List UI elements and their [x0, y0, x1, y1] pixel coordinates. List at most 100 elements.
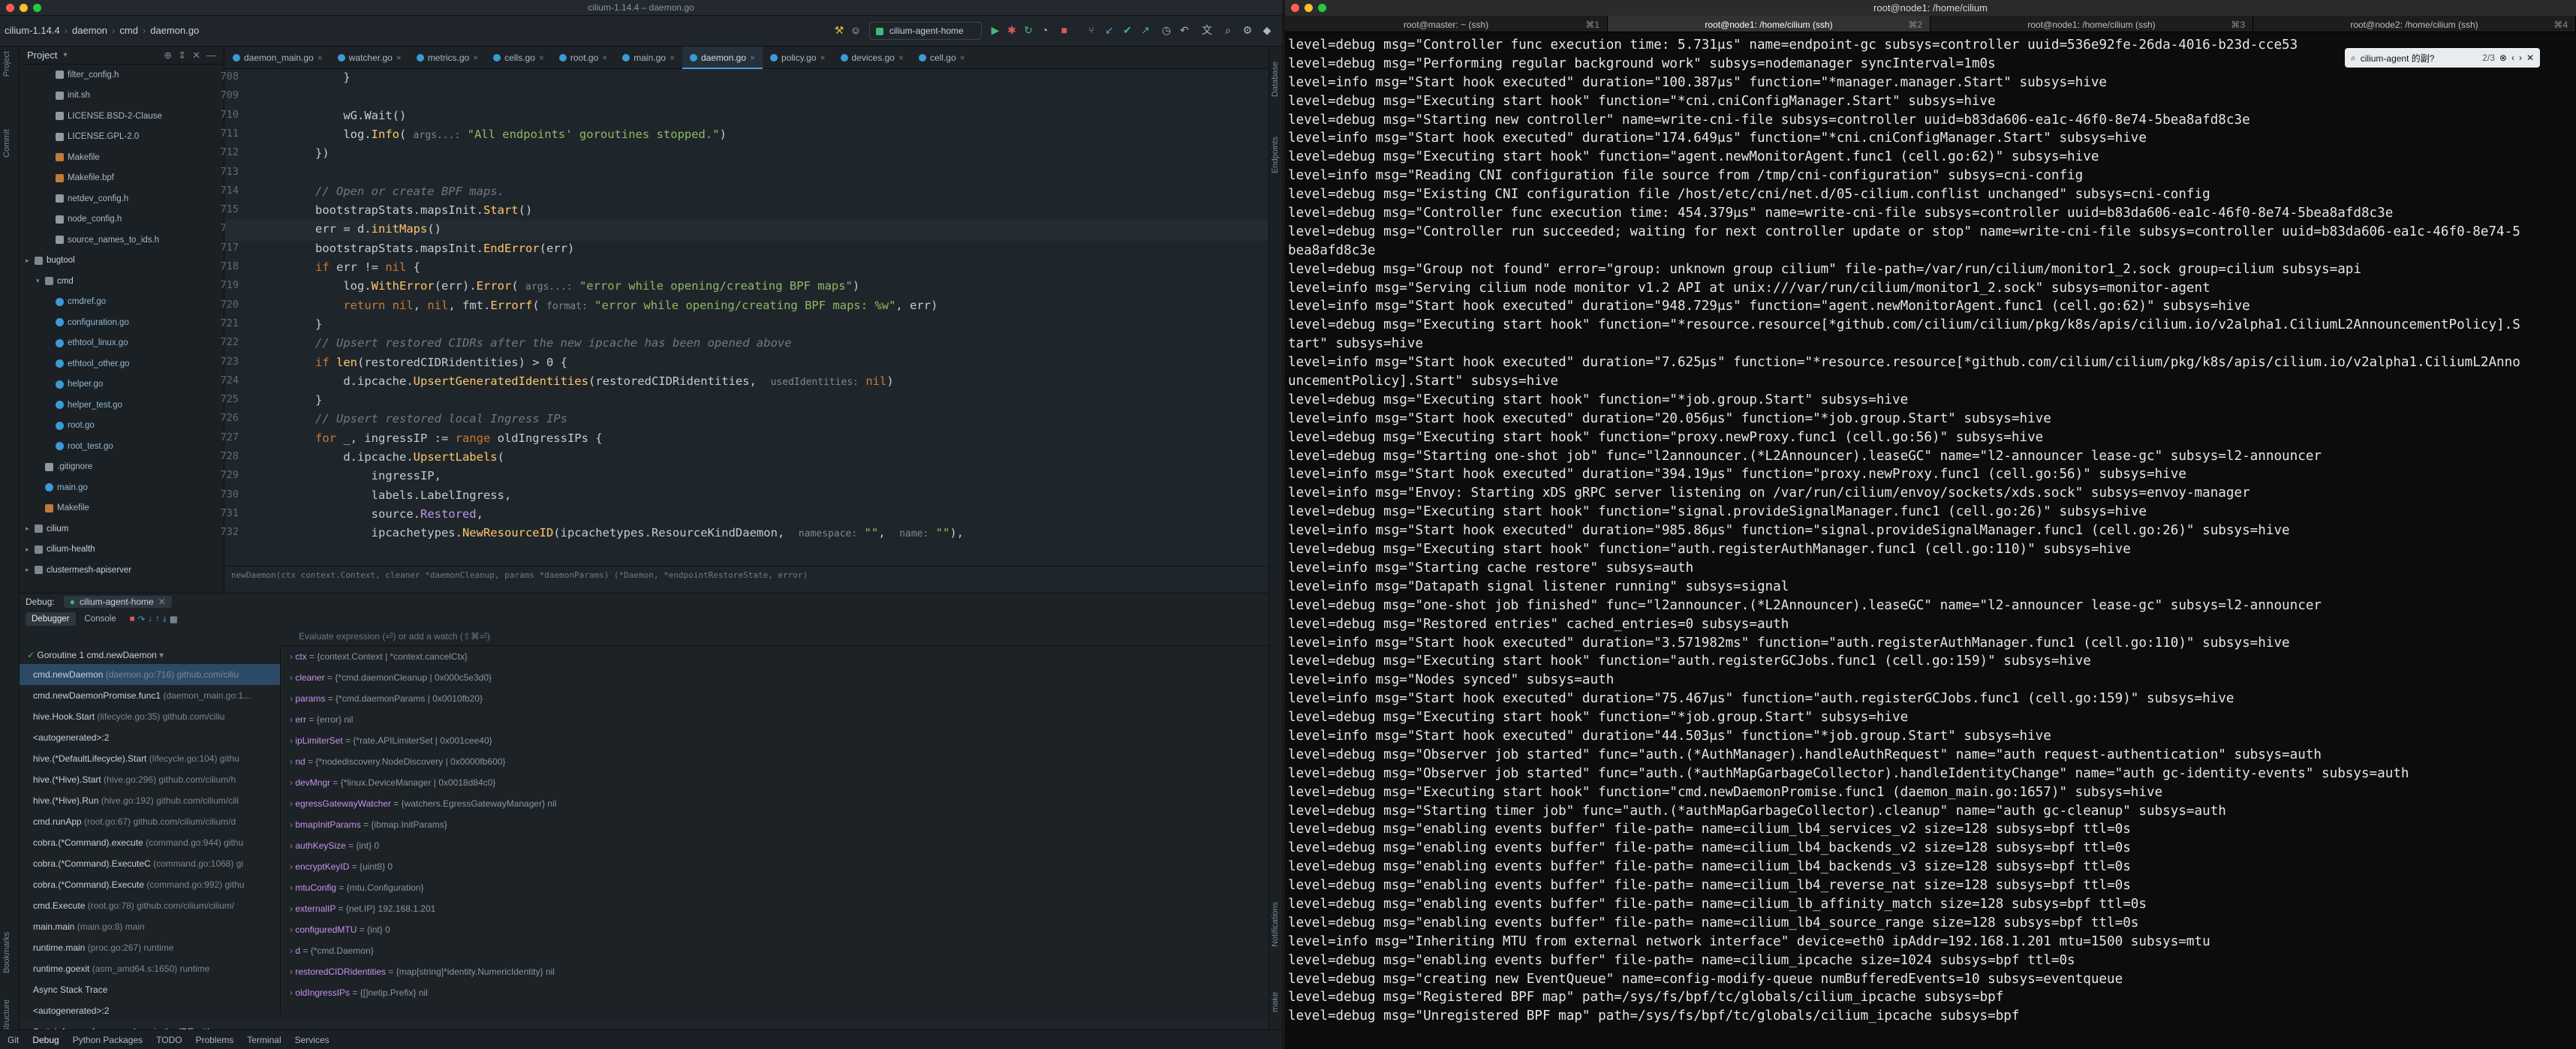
- tree-item[interactable]: .gitignore: [20, 457, 224, 478]
- expand-arrow-icon[interactable]: ▸: [26, 524, 33, 533]
- tree-item[interactable]: init.sh: [20, 86, 224, 107]
- terminal-tab[interactable]: root@node2: /home/cilium (ssh) ⌘4: [2253, 16, 2576, 32]
- tree-item[interactable]: ▾ cmd: [20, 271, 224, 292]
- close-panel-icon[interactable]: ✕: [192, 50, 200, 62]
- project-panel-title[interactable]: Project: [27, 50, 57, 61]
- tree-item[interactable]: netdev_config.h: [20, 188, 224, 209]
- close-icon[interactable]: ×: [820, 53, 826, 69]
- tree-item[interactable]: Makefile: [20, 498, 224, 519]
- settings-gear-icon[interactable]: ⚙: [1241, 24, 1253, 36]
- tree-item[interactable]: ethtool_linux.go: [20, 333, 224, 354]
- tab-metrics-go[interactable]: metrics.go ×: [409, 47, 486, 69]
- close-icon[interactable]: ×: [317, 53, 323, 69]
- tree-item[interactable]: LICENSE.GPL-2.0: [20, 127, 224, 148]
- expand-arrow-icon[interactable]: ▸: [26, 566, 33, 574]
- breadcrumb-item[interactable]: cilium-1.14.4: [5, 25, 60, 36]
- terminal-close-button[interactable]: [1291, 4, 1299, 12]
- evaluate-icon[interactable]: ▦: [170, 614, 178, 624]
- variable-row[interactable]: › encryptKeyID = {uint8} 0: [282, 856, 1280, 877]
- line-number[interactable]: 717: [201, 242, 239, 254]
- close-icon[interactable]: ×: [750, 53, 755, 68]
- git-icon[interactable]: ⑂: [1085, 24, 1097, 36]
- variable-row[interactable]: › bmapInitParams = {ibmap.InitParams}: [282, 814, 1280, 835]
- line-number[interactable]: 720: [201, 299, 239, 311]
- commit-tool-label[interactable]: Commit: [2, 129, 11, 158]
- stack-frame[interactable]: Async Stack Trace: [20, 979, 280, 1000]
- stack-frame[interactable]: cmd.Execute (root.go:78) github.com/cili…: [20, 895, 280, 916]
- tool-window-services[interactable]: Services: [295, 1035, 330, 1045]
- collapse-all-icon[interactable]: ⇕: [178, 50, 186, 62]
- line-number[interactable]: 712: [201, 146, 239, 158]
- stack-frame[interactable]: cmd.newDaemonPromise.func1 (daemon_main.…: [20, 685, 280, 706]
- line-number[interactable]: 730: [201, 488, 239, 500]
- close-icon[interactable]: ×: [670, 53, 675, 69]
- variable-row[interactable]: › params = {*cmd.daemonParams | 0x0010fb…: [282, 688, 1280, 709]
- tree-item[interactable]: ethtool_other.go: [20, 353, 224, 374]
- tree-item[interactable]: ▸ clustermesh-apiserver: [20, 560, 224, 581]
- variable-row[interactable]: › authKeySize = {int} 0: [282, 835, 1280, 856]
- tree-item[interactable]: source_names_to_ids.h: [20, 230, 224, 251]
- expand-arrow-icon[interactable]: ▸: [26, 546, 33, 554]
- search-input[interactable]: cilium-agent 的副?: [2361, 52, 2478, 65]
- line-number[interactable]: 714: [201, 185, 239, 197]
- git-push-icon[interactable]: ↗: [1139, 24, 1151, 36]
- stack-frame[interactable]: hive.(*Hive).Start (hive.go:296) github.…: [20, 769, 280, 790]
- evaluate-expression-input[interactable]: Evaluate expression (⏎) or add a watch (…: [282, 627, 1280, 646]
- line-number[interactable]: 710: [201, 109, 239, 121]
- git-update-icon[interactable]: ↙: [1103, 24, 1115, 36]
- line-number[interactable]: 729: [201, 469, 239, 481]
- stop-icon[interactable]: ■: [130, 615, 135, 624]
- tree-item[interactable]: ▸ bugtool: [20, 251, 224, 272]
- terminal-search-bar[interactable]: ⌕ cilium-agent 的副? 2/3 ⊗ ‹ › ✕: [2345, 48, 2540, 68]
- close-icon[interactable]: ×: [602, 53, 607, 69]
- stack-frame[interactable]: main.main (main.go:8) main: [20, 916, 280, 937]
- line-number[interactable]: 709: [201, 89, 239, 101]
- terminal-zoom-button[interactable]: [1318, 4, 1326, 12]
- line-number[interactable]: 726: [201, 412, 239, 424]
- tab-policy-go[interactable]: policy.go ×: [763, 47, 833, 69]
- variable-row[interactable]: › cleaner = {*cmd.daemonCleanup | 0x000c…: [282, 667, 1280, 688]
- tree-item[interactable]: node_config.h: [20, 209, 224, 230]
- step-into-icon[interactable]: ↓: [148, 615, 152, 624]
- tree-item[interactable]: ▸ cilium: [20, 518, 224, 540]
- tab-daemon_main-go[interactable]: daemon_main.go ×: [225, 47, 330, 69]
- stack-frame[interactable]: cobra.(*Command).execute (command.go:944…: [20, 832, 280, 853]
- line-number[interactable]: 719: [201, 279, 239, 291]
- user-icon[interactable]: ☺: [850, 24, 862, 36]
- line-number[interactable]: 724: [201, 374, 239, 386]
- variable-row[interactable]: › nd = {*nodediscovery.NodeDiscovery | 0…: [282, 751, 1280, 772]
- tree-item[interactable]: cmdref.go: [20, 292, 224, 313]
- variable-row[interactable]: › d = {*cmd.Daemon}: [282, 940, 1280, 961]
- terminal-tab[interactable]: root@node1: /home/cilium (ssh) ⌘3: [1930, 16, 2253, 32]
- variable-row[interactable]: › ctx = {context.Context | *context.canc…: [282, 646, 1280, 667]
- tree-item[interactable]: helper.go: [20, 374, 224, 395]
- stack-frame[interactable]: runtime.goexit (asm_amd64.s:1650) runtim…: [20, 958, 280, 979]
- close-icon[interactable]: ×: [396, 53, 402, 69]
- variable-row[interactable]: › devMngr = {*linux.DeviceManager | 0x00…: [282, 772, 1280, 793]
- tab-daemon-go[interactable]: daemon.go ×: [682, 47, 763, 69]
- line-number[interactable]: 718: [201, 260, 239, 272]
- stack-frame[interactable]: cobra.(*Command).ExecuteC (command.go:10…: [20, 853, 280, 874]
- close-search-icon[interactable]: ✕: [2526, 53, 2534, 63]
- close-icon[interactable]: ×: [539, 53, 544, 69]
- minimize-panel-icon[interactable]: —: [206, 50, 216, 61]
- search-everywhere-icon[interactable]: ⌕: [1222, 24, 1234, 36]
- run-icon[interactable]: ▶: [989, 24, 1001, 36]
- line-number[interactable]: 715: [201, 203, 239, 215]
- project-tool-label[interactable]: Project: [2, 51, 11, 77]
- bookmarks-tool-label[interactable]: Bookmarks: [2, 932, 11, 973]
- locate-icon[interactable]: ⊕: [164, 50, 172, 62]
- stack-frame[interactable]: hive.(*Hive).Run (hive.go:192) github.co…: [20, 790, 280, 811]
- tree-item[interactable]: Makefile: [20, 147, 224, 168]
- tab-cell-go[interactable]: cell.go ×: [911, 47, 973, 69]
- variable-row[interactable]: › configuredMTU = {int} 0: [282, 919, 1280, 940]
- tool-window-problems[interactable]: Problems: [196, 1035, 234, 1045]
- make-tool-label[interactable]: make: [1271, 992, 1280, 1012]
- tree-item[interactable]: Makefile.bpf: [20, 168, 224, 189]
- history-icon[interactable]: ◷: [1160, 24, 1172, 36]
- tool-window-terminal[interactable]: Terminal: [247, 1035, 281, 1045]
- tree-item[interactable]: helper_test.go: [20, 395, 224, 416]
- tree-item[interactable]: LICENSE.BSD-2-Clause: [20, 106, 224, 127]
- tab-devices-go[interactable]: devices.go ×: [833, 47, 911, 69]
- tab-debugger[interactable]: Debugger: [26, 612, 76, 626]
